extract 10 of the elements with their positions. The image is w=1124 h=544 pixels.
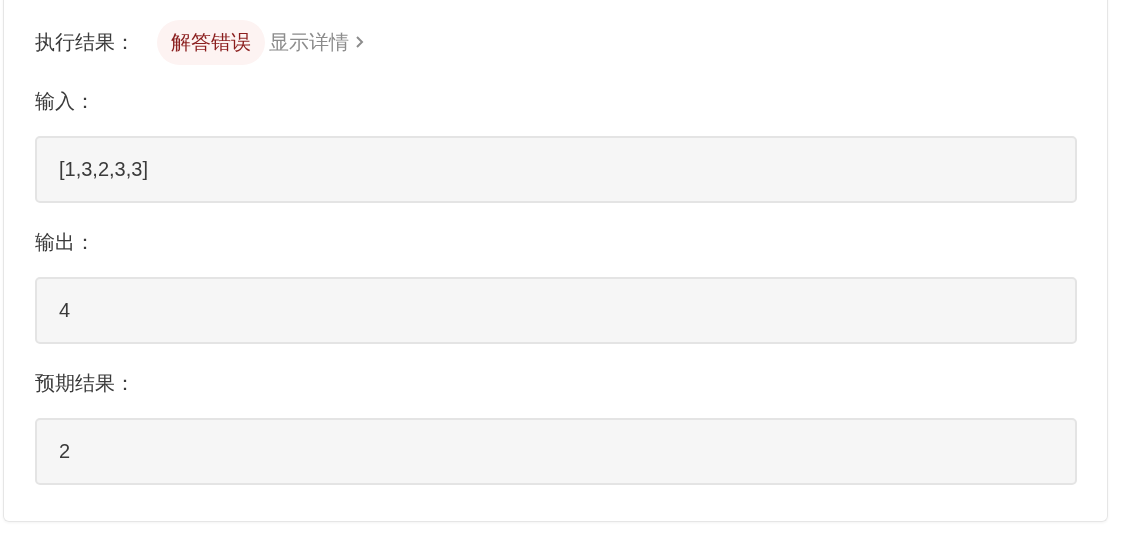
field-label: 输入： <box>35 88 96 115</box>
result-label: 执行结果： <box>35 28 135 56</box>
field-label: 输出： <box>35 229 96 256</box>
value-box: 2 <box>35 418 1077 485</box>
value-box: 4 <box>35 277 1077 344</box>
value-box: [1,3,2,3,3] <box>35 136 1077 203</box>
details-link[interactable]: 显示详情 <box>269 28 364 56</box>
status-badge: 解答错误 <box>157 19 265 65</box>
field-label: 预期结果： <box>35 370 136 397</box>
chevron-icon <box>355 35 364 49</box>
